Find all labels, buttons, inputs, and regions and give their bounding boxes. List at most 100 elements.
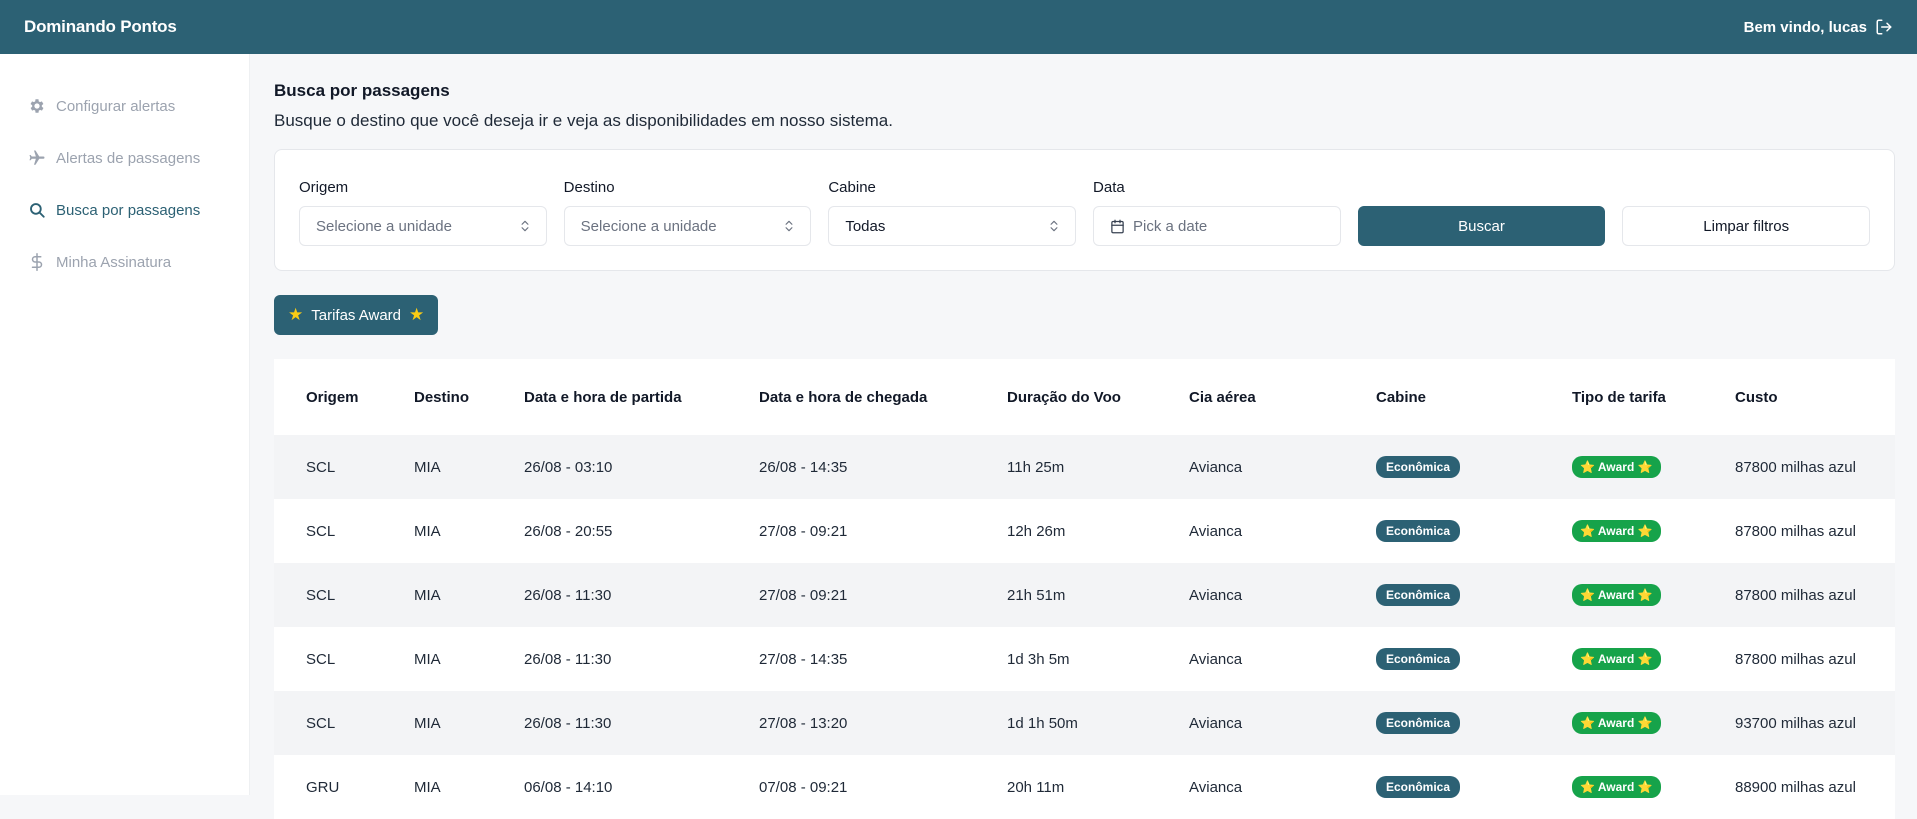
column-header[interactable]: Duração do Voo (1007, 389, 1189, 406)
star-icon: ★ (409, 305, 425, 324)
date-picker[interactable]: Pick a date (1093, 206, 1341, 246)
cabine-badge: Econômica (1376, 520, 1461, 542)
top-bar: Dominando Pontos Bem vindo, lucas (0, 0, 1917, 54)
cell-destino: MIA (414, 714, 441, 732)
welcome-logout[interactable]: Bem vindo, lucas (1744, 18, 1893, 36)
date-placeholder: Pick a date (1133, 217, 1208, 235)
tarifa-badge: ⭐ Award ⭐ (1572, 712, 1661, 734)
results-table: Origem Destino Data e hora de partida Da… (274, 359, 1895, 819)
origem-field: Origem Selecione a unidade (299, 179, 547, 246)
cell-destino: MIA (414, 650, 441, 668)
cell-origem: SCL (306, 458, 336, 476)
destino-field: Destino Selecione a unidade (563, 179, 812, 246)
cell-partida: 26/08 - 11:30 (524, 586, 612, 604)
tab-tarifas-award[interactable]: ★ Tarifas Award ★ (274, 295, 439, 335)
cell-destino: MIA (414, 458, 441, 476)
star-icon: ★ (288, 305, 304, 324)
cell-origem: SCL (306, 522, 336, 540)
destino-label: Destino (563, 179, 615, 196)
cell-chegada: 27/08 - 09:21 (759, 586, 848, 604)
cell-partida: 06/08 - 14:10 (524, 778, 613, 796)
sidebar-item-label: Minha Assinatura (56, 253, 172, 271)
cell-custo: 87800 milhas azul (1735, 458, 1856, 476)
chevron-up-down-icon (1050, 220, 1058, 232)
cell-chegada: 27/08 - 09:21 (759, 522, 848, 540)
cell-chegada: 26/08 - 14:35 (759, 458, 848, 476)
cabine-badge: Econômica (1376, 456, 1461, 478)
cell-duracao: 20h 11m (1007, 778, 1065, 796)
cell-partida: 26/08 - 11:30 (524, 650, 612, 668)
sidebar-item-label: Configurar alertas (56, 97, 176, 115)
cell-duracao: 12h 26m (1007, 522, 1066, 540)
search-icon (30, 203, 45, 218)
sidebar-item-minha-assinatura[interactable]: Minha Assinatura (0, 236, 249, 288)
table-row[interactable]: GRU MIA 06/08 - 14:10 07/08 - 09:21 20h 11m A… (274, 755, 1895, 819)
plane-icon (29, 150, 45, 165)
cell-cabine: Econômica (1376, 712, 1572, 734)
cell-tarifa: ⭐ Award ⭐ (1572, 456, 1735, 478)
data-field: Data Pick a date (1093, 179, 1341, 246)
cell-tarifa: ⭐ Award ⭐ (1572, 712, 1735, 734)
data-label: Data (1093, 179, 1125, 196)
table-row[interactable]: SCL MIA 26/08 - 11:30 27/08 - 14:35 1d 3h 5m… (274, 627, 1895, 691)
cell-cabine: Econômica (1376, 456, 1572, 478)
brand-logo-text[interactable]: Dominando Pontos (24, 17, 177, 37)
cabine-field: Cabine Todas (828, 179, 1077, 246)
cell-custo: 87800 milhas azul (1735, 522, 1856, 540)
origem-placeholder: Selecione a unidade (316, 217, 452, 235)
column-header[interactable]: Cia aérea (1189, 389, 1376, 406)
page-subtitle: Busque o destino que você deseja ir e ve… (274, 111, 893, 130)
cell-custo: 87800 milhas azul (1735, 586, 1856, 604)
sidebar-item-alertas-de-passagens[interactable]: Alertas de passagens (0, 132, 249, 184)
tarifa-badge: ⭐ Award ⭐ (1572, 584, 1661, 606)
table-body: SCL MIA 26/08 - 03:10 26/08 - 14:35 11h 25m A… (274, 435, 1895, 819)
cell-cabine: Econômica (1376, 520, 1572, 542)
limpar-filtros-button[interactable]: Limpar filtros (1622, 206, 1871, 246)
cell-origem: SCL (306, 714, 336, 732)
chevron-up-down-icon (521, 220, 529, 232)
sidebar-item-label: Busca por passagens (56, 201, 201, 219)
cell-tarifa: ⭐ Award ⭐ (1572, 584, 1735, 606)
sidebar: Configurar alertas Alertas de passagens … (0, 54, 250, 795)
column-header[interactable]: Origem (306, 389, 414, 406)
cabine-value: Todas (845, 217, 886, 235)
buscar-button[interactable]: Buscar (1357, 206, 1606, 246)
cell-tarifa: ⭐ Award ⭐ (1572, 648, 1735, 670)
cell-cia: Avianca (1189, 586, 1243, 604)
column-header[interactable]: Data e hora de partida (524, 389, 759, 406)
sidebar-item-label: Alertas de passagens (56, 149, 201, 167)
table-row[interactable]: SCL MIA 26/08 - 11:30 27/08 - 13:20 1d 1h 50… (274, 691, 1895, 755)
cell-cabine: Econômica (1376, 648, 1572, 670)
cell-duracao: 1d 1h 50m (1007, 714, 1078, 732)
cell-cia: Avianca (1189, 522, 1243, 540)
calendar-icon (1111, 219, 1124, 233)
sidebar-item-busca-por-passagens[interactable]: Busca por passagens (0, 184, 249, 236)
destino-placeholder: Selecione a unidade (580, 217, 717, 235)
cell-partida: 26/08 - 20:55 (524, 522, 613, 540)
cell-partida: 26/08 - 11:30 (524, 714, 612, 732)
cabine-badge: Econômica (1376, 584, 1461, 606)
cell-chegada: 27/08 - 13:20 (759, 714, 848, 732)
cell-cabine: Econômica (1376, 584, 1572, 606)
column-header[interactable]: Destino (414, 389, 524, 406)
cabine-badge: Econômica (1376, 648, 1461, 670)
table-row[interactable]: SCL MIA 26/08 - 11:30 27/08 - 09:21 21h 51m A… (274, 563, 1895, 627)
table-row[interactable]: SCL MIA 26/08 - 20:55 27/08 - 09:21 12h 26m A… (274, 499, 1895, 563)
main-content: Busca por passagens Busque o destino que… (274, 54, 1895, 819)
cell-partida: 26/08 - 03:10 (524, 458, 613, 476)
table-row[interactable]: SCL MIA 26/08 - 03:10 26/08 - 14:35 11h 25m A… (274, 435, 1895, 499)
sidebar-item-configurar-alertas[interactable]: Configurar alertas (0, 80, 249, 132)
destino-select[interactable]: Selecione a unidade (563, 206, 812, 246)
column-header[interactable]: Tipo de tarifa (1572, 389, 1735, 406)
cabine-select[interactable]: Todas (828, 206, 1077, 246)
logout-icon[interactable] (1875, 18, 1893, 36)
cell-origem: SCL (306, 586, 336, 604)
column-header[interactable]: Data e hora de chegada (759, 389, 1007, 406)
column-header[interactable]: Cabine (1376, 389, 1572, 406)
cell-duracao: 11h 25m (1007, 458, 1065, 476)
column-header[interactable]: Custo (1735, 389, 1917, 406)
page-title: Busca por passagens (274, 81, 450, 100)
table-header: Origem Destino Data e hora de partida Da… (274, 359, 1895, 435)
welcome-text: Bem vindo, lucas (1743, 18, 1867, 36)
origem-select[interactable]: Selecione a unidade (299, 206, 547, 246)
